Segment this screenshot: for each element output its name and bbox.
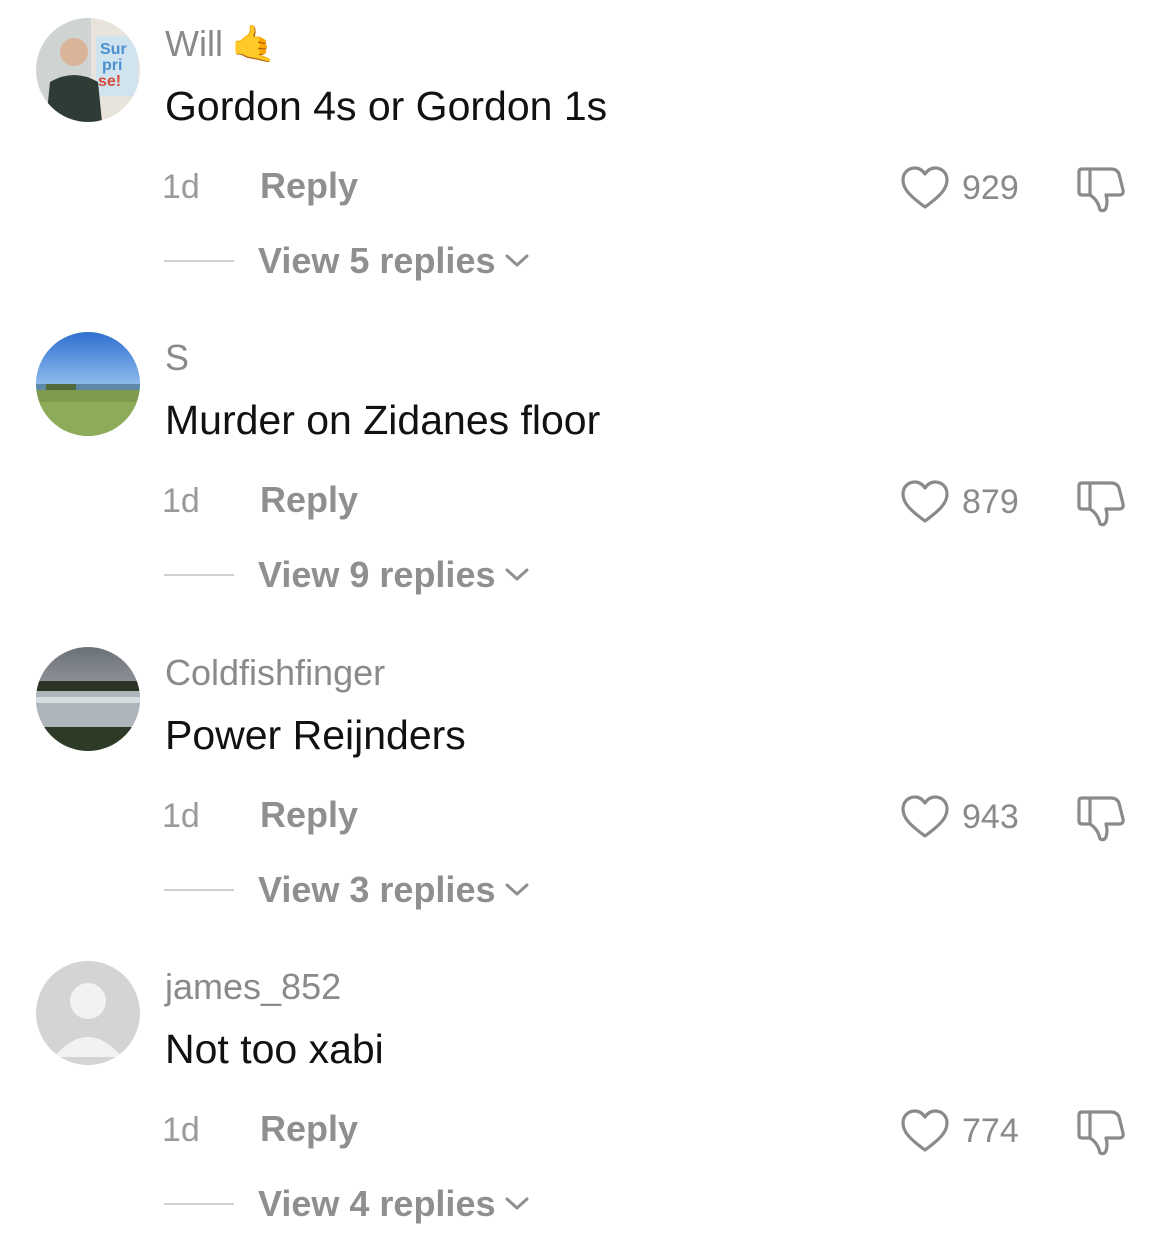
avatar[interactable] xyxy=(36,647,140,751)
dislike-button[interactable] xyxy=(1073,478,1129,528)
avatar[interactable]: Sur pri se! xyxy=(36,18,140,122)
heart-outline-icon xyxy=(901,166,949,209)
username-text: Will xyxy=(165,23,223,64)
view-replies-label: View 4 replies xyxy=(258,1183,496,1224)
comment-text: Murder on Zidanes floor xyxy=(165,397,601,443)
view-replies-label: View 3 replies xyxy=(258,869,496,910)
heart-outline-icon xyxy=(901,795,949,838)
like-button[interactable]: 929 xyxy=(900,162,1019,214)
avatar[interactable] xyxy=(36,332,140,436)
view-replies-divider xyxy=(164,1203,234,1205)
dislike-button[interactable] xyxy=(1073,1107,1129,1157)
comment-time: 1d xyxy=(162,797,200,835)
comment-item: Sur pri se! Will 🤙 Gordon 4s or Gordon 1s… xyxy=(0,0,1172,315)
view-replies-label: View 5 replies xyxy=(258,240,496,281)
comment-time: 1d xyxy=(162,482,200,520)
view-replies-button[interactable]: View 4 replies xyxy=(258,1181,531,1227)
comment-username[interactable]: Coldfishfinger xyxy=(165,649,385,697)
username-text: Coldfishfinger xyxy=(165,652,386,693)
view-replies-button[interactable]: View 9 replies xyxy=(258,552,531,598)
like-count: 943 xyxy=(962,797,1019,836)
view-replies-button[interactable]: View 5 replies xyxy=(258,238,531,284)
thumbs-down-icon xyxy=(1077,796,1125,842)
view-replies-divider xyxy=(164,260,234,262)
like-button[interactable]: 774 xyxy=(900,1105,1019,1157)
like-button[interactable]: 879 xyxy=(900,476,1019,528)
comment-item: S Murder on Zidanes floor 1d Reply 879 V… xyxy=(0,314,1172,629)
comment-item: Coldfishfinger Power Reijnders 1d Reply … xyxy=(0,629,1172,944)
view-replies-divider xyxy=(164,889,234,891)
reply-button[interactable]: Reply xyxy=(260,1107,358,1151)
reply-button[interactable]: Reply xyxy=(260,793,358,837)
like-count: 774 xyxy=(962,1111,1019,1150)
username-text: james_852 xyxy=(165,966,342,1007)
view-replies-divider xyxy=(164,574,234,576)
comment-time: 1d xyxy=(162,1111,200,1149)
chevron-down-icon xyxy=(505,254,529,267)
comment-time: 1d xyxy=(162,168,200,206)
thumbs-down-icon xyxy=(1077,481,1125,527)
comment-item: james_852 Not too xabi 1d Reply 774 View… xyxy=(0,943,1172,1258)
like-button[interactable]: 943 xyxy=(900,791,1019,843)
username-emoji: 🤙 xyxy=(230,23,276,64)
chevron-down-icon xyxy=(505,1197,529,1210)
heart-outline-icon xyxy=(901,1109,949,1152)
view-replies-label: View 9 replies xyxy=(258,554,496,595)
comment-username[interactable]: S xyxy=(165,334,189,382)
comment-text: Power Reijnders xyxy=(165,712,466,758)
reply-button[interactable]: Reply xyxy=(260,164,358,208)
comment-text: Not too xabi xyxy=(165,1026,384,1072)
svg-text:Sur: Sur xyxy=(100,41,127,58)
heart-outline-icon xyxy=(901,480,949,523)
svg-text:se!: se! xyxy=(98,73,121,90)
chevron-down-icon xyxy=(505,883,529,896)
like-count: 929 xyxy=(962,168,1019,207)
svg-text:pri: pri xyxy=(102,57,122,74)
reply-button[interactable]: Reply xyxy=(260,478,358,522)
comment-text: Gordon 4s or Gordon 1s xyxy=(165,83,608,129)
thumbs-down-icon xyxy=(1077,1110,1125,1156)
view-replies-button[interactable]: View 3 replies xyxy=(258,867,531,913)
dislike-button[interactable] xyxy=(1073,164,1129,214)
chevron-down-icon xyxy=(505,568,529,581)
dislike-button[interactable] xyxy=(1073,793,1129,843)
username-text: S xyxy=(165,337,190,378)
like-count: 879 xyxy=(962,482,1019,521)
comment-username[interactable]: james_852 xyxy=(165,963,341,1011)
thumbs-down-icon xyxy=(1077,167,1125,213)
avatar[interactable] xyxy=(36,961,140,1065)
comment-username[interactable]: Will 🤙 xyxy=(165,20,276,68)
